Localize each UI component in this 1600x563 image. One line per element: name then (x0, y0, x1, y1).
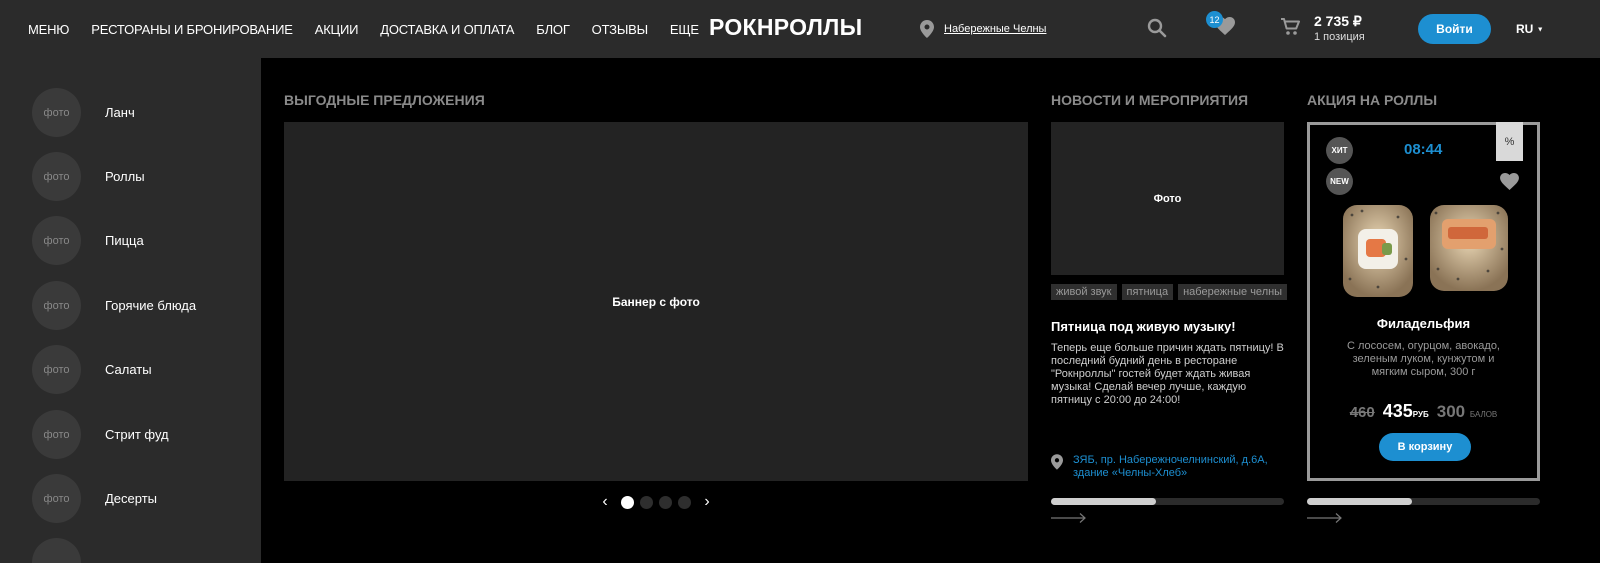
product-description: С лососем, огурцом, авокадо, зеленым лук… (1346, 340, 1500, 378)
sidebar-item-label: Роллы (105, 169, 145, 184)
category-photo: фото (32, 410, 81, 459)
news-progress-bar (1051, 498, 1284, 505)
news-photo-text: Фото (1153, 192, 1182, 205)
offers-title: ВЫГОДНЫЕ ПРЕДЛОЖЕНИЯ (284, 92, 485, 108)
banner-slider-controls: ‹ › (598, 493, 714, 511)
news-photo[interactable]: Фото (1051, 122, 1284, 275)
site-logo[interactable]: РОКНРОЛЛЫ (709, 14, 862, 41)
sidebar-item-label: Горячие блюда (105, 298, 197, 313)
product-name: Филадельфия (1376, 316, 1471, 331)
promo-progress-fill (1307, 498, 1412, 505)
news-address-text[interactable]: ЗЯБ, пр. Набережночелнинский, д.6А, здан… (1073, 454, 1283, 480)
nav-reviews[interactable]: ОТЗЫВЫ (592, 22, 648, 37)
nav-promotions[interactable]: АКЦИИ (315, 22, 359, 37)
sidebar-item-label: Салаты (105, 362, 152, 377)
slider-prev-icon[interactable]: ‹ (598, 493, 612, 511)
sidebar-item-hot-dishes[interactable]: фото Горячие блюда (32, 281, 196, 330)
search-icon (1147, 18, 1167, 38)
nav-blog[interactable]: БЛОГ (536, 22, 570, 37)
caret-down-icon: ▼ (1536, 26, 1544, 34)
sidebar-item-more[interactable] (32, 538, 81, 563)
sidebar-item-label: Стрит фуд (105, 427, 169, 442)
news-text: Теперь еще больше причин ждать пятницу! … (1051, 342, 1284, 406)
news-address[interactable]: ЗЯБ, пр. Набережночелнинский, д.6А, здан… (1051, 454, 1283, 480)
sidebar-item-salads[interactable]: фото Салаты (32, 345, 152, 394)
points-value: 300 (1436, 402, 1466, 421)
sidebar-item-label: Десерты (105, 491, 158, 506)
hit-badge: ХИТ (1326, 137, 1353, 164)
location-pin-icon (1051, 454, 1063, 470)
news-tag[interactable]: набережные челны (1178, 284, 1288, 300)
slider-dot[interactable] (640, 495, 653, 509)
add-to-cart-button[interactable]: В корзину (1379, 433, 1471, 461)
nav-restaurants[interactable]: РЕСТОРАНЫ И БРОНИРОВАНИЕ (91, 22, 293, 37)
category-photo: фото (32, 281, 81, 330)
site-header: МЕНЮ РЕСТОРАНЫ И БРОНИРОВАНИЕ АКЦИИ ДОСТ… (0, 0, 1600, 58)
price-row: 460 435РУБ 300 БАЛОВ (1310, 401, 1537, 422)
heart-icon[interactable] (1500, 173, 1519, 190)
discount-tab: % (1496, 122, 1523, 161)
slider-dot[interactable] (659, 495, 672, 509)
news-tag[interactable]: живой звук (1051, 284, 1117, 300)
current-price: 435РУБ (1383, 401, 1429, 422)
login-button[interactable]: Войти (1418, 14, 1491, 44)
news-tags: живой звук пятница набережные челны (1051, 284, 1288, 300)
search-button[interactable] (1147, 18, 1167, 43)
slider-dot[interactable] (678, 495, 691, 509)
favorites-button[interactable]: 12 (1206, 11, 1235, 40)
city-selector[interactable]: Набережные Челны (920, 20, 1046, 38)
price-value: 435 (1382, 401, 1413, 421)
cart-item-count: 1 позиция (1314, 31, 1365, 43)
nav-delivery[interactable]: ДОСТАВКА И ОПЛАТА (380, 22, 514, 37)
sidebar-item-pizza[interactable]: фото Пицца (32, 216, 144, 265)
promo-next-arrow-icon[interactable] (1307, 512, 1343, 524)
city-name[interactable]: Набережные Челны (944, 23, 1046, 35)
promo-progress-bar (1307, 498, 1540, 505)
news-tag[interactable]: пятница (1121, 284, 1174, 300)
slider-dot[interactable] (621, 495, 634, 509)
language-label: RU (1516, 22, 1534, 36)
promo-timer: 08:44 (1404, 141, 1443, 158)
bonus-points: 300 БАЛОВ (1437, 402, 1498, 422)
category-photo: фото (32, 88, 81, 137)
slider-next-icon[interactable]: › (700, 493, 714, 511)
category-photo: фото (32, 345, 81, 394)
sidebar-item-street-food[interactable]: фото Стрит фуд (32, 410, 169, 459)
news-next-arrow-icon[interactable] (1051, 512, 1087, 524)
language-selector[interactable]: RU ▼ (1516, 22, 1544, 36)
slider-dots (618, 495, 694, 509)
category-photo (32, 538, 81, 563)
old-price: 460 (1349, 404, 1375, 421)
favorites-count-badge: 12 (1206, 11, 1223, 28)
cart-summary[interactable]: 2 735 ₽ 1 позиция (1314, 13, 1365, 43)
main-nav: МЕНЮ РЕСТОРАНЫ И БРОНИРОВАНИЕ АКЦИИ ДОСТ… (28, 0, 721, 58)
cart-button[interactable] (1280, 17, 1300, 42)
cart-icon (1281, 18, 1300, 35)
sidebar-item-rolls[interactable]: фото Роллы (32, 152, 145, 201)
product-image (1343, 205, 1508, 297)
price-unit: РУБ (1412, 410, 1429, 419)
new-badge: NEW (1326, 168, 1353, 195)
category-sidebar: фото Ланч фото Роллы фото Пицца фото Гор… (0, 58, 261, 563)
sidebar-item-label: Ланч (105, 105, 135, 120)
banner-text: Баннер с фото (612, 294, 700, 309)
sidebar-item-desserts[interactable]: фото Десерты (32, 474, 157, 523)
promo-title: АКЦИЯ НА РОЛЛЫ (1307, 92, 1438, 108)
category-photo: фото (32, 152, 81, 201)
promo-product-card[interactable]: ХИТ NEW 08:44 % Филадельфия С лососем, о… (1307, 122, 1540, 481)
news-headline[interactable]: Пятница под живую музыку! (1051, 319, 1236, 334)
points-unit: БАЛОВ (1469, 410, 1498, 419)
nav-more[interactable]: ЕЩЕ (670, 22, 699, 37)
offers-banner[interactable]: Баннер с фото (284, 122, 1028, 481)
sidebar-item-label: Пицца (105, 233, 144, 248)
cart-total: 2 735 ₽ (1314, 13, 1362, 29)
sidebar-item-lunch[interactable]: фото Ланч (32, 88, 135, 137)
nav-menu[interactable]: МЕНЮ (28, 22, 69, 37)
location-pin-icon (920, 20, 934, 38)
category-photo: фото (32, 216, 81, 265)
news-progress-fill (1051, 498, 1156, 505)
news-title: НОВОСТИ И МЕРОПРИЯТИЯ (1051, 92, 1249, 108)
category-photo: фото (32, 474, 81, 523)
